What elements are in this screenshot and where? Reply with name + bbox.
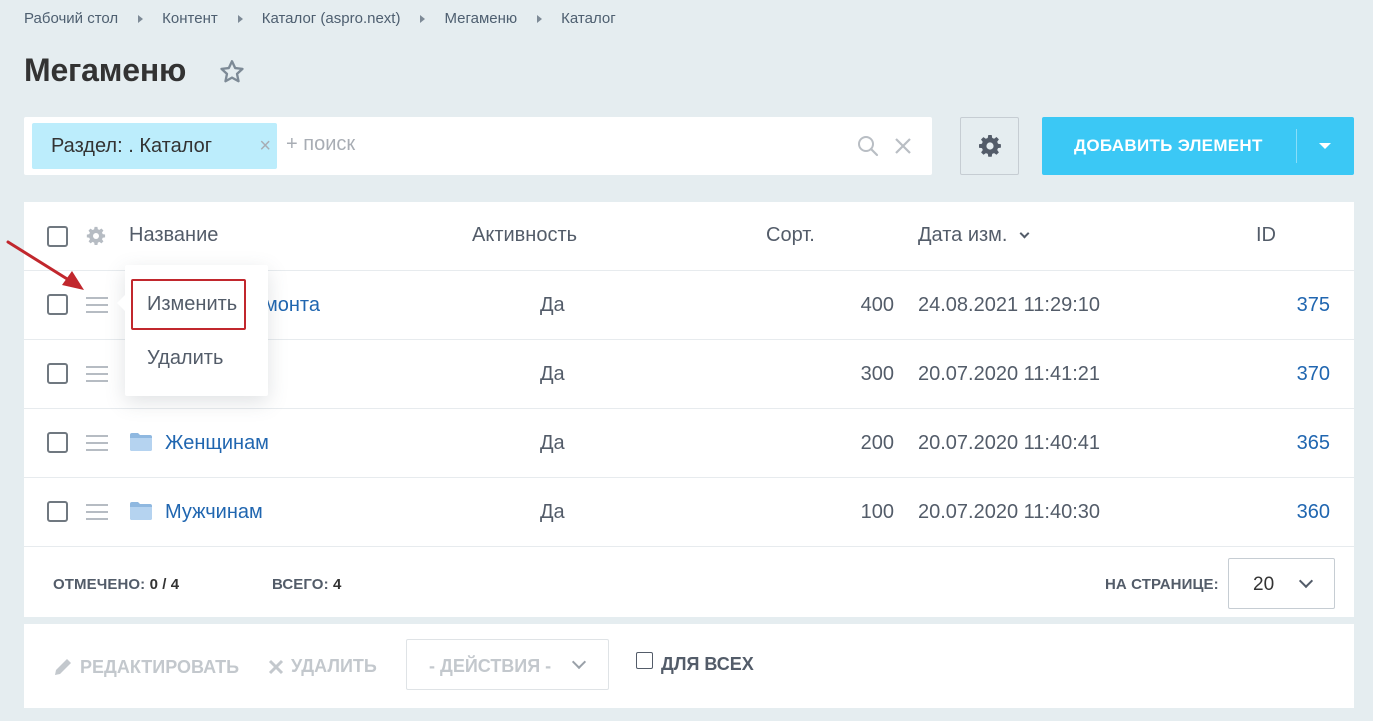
breadcrumb-item-desktop[interactable]: Рабочий стол [24,10,118,27]
row-sort: 400 [860,294,894,316]
filter-bar[interactable]: Раздел: . Каталог × + поиск [24,117,932,175]
row-name-link[interactable]: Женщинам [165,432,269,455]
breadcrumb-separator-icon [237,14,243,23]
close-icon [268,659,284,674]
per-page-value: 20 [1253,574,1275,595]
menu-icon[interactable] [86,435,108,451]
for-all-checkbox[interactable]: ДЛЯ ВСЕХ [636,652,754,675]
per-page-select[interactable]: 20 [1228,558,1335,609]
table-footer: ОТМЕЧЕНО: 0 / 4 ВСЕГО: 4 НА СТРАНИЦЕ: 20 [24,548,1354,617]
chevron-down-icon [1019,228,1030,239]
row-name-link[interactable]: монта [264,294,320,317]
actions-select-value: - ДЕЙСТВИЯ - [429,656,552,676]
column-header-date[interactable]: Дата изм. [918,224,1008,247]
edit-button-label: РЕДАКТИРОВАТЬ [80,656,240,677]
row-date: 20.07.2020 11:40:41 [918,432,1101,454]
row-id-link[interactable]: 370 [1297,363,1330,386]
column-header-id[interactable]: ID [1256,224,1276,247]
breadcrumb-separator-icon [537,14,543,23]
chevron-down-icon [1298,573,1314,589]
per-page-label: НА СТРАНИЦЕ: [1105,576,1219,593]
breadcrumb-item-catalog[interactable]: Каталог [561,10,616,27]
for-all-checkbox-box[interactable] [636,652,653,669]
chevron-down-icon [571,654,587,670]
menu-icon[interactable] [86,504,108,520]
delete-button[interactable]: УДАЛИТЬ [267,656,377,677]
search-icon[interactable] [856,134,880,158]
menu-item-delete[interactable]: Удалить [147,347,223,370]
checked-value: 0 / 4 [149,576,180,593]
page-title: Мегаменю [24,52,187,88]
column-header-active[interactable]: Активность [472,224,577,247]
table-row[interactable]: Женщинам Да 200 20.07.2020 11:40:41 365 [24,409,1354,478]
row-sort: 100 [860,501,894,523]
column-header-name[interactable]: Название [129,224,218,247]
row-active: Да [540,363,565,385]
breadcrumb-separator-icon [420,14,426,23]
add-element-label: ДОБАВИТЬ ЭЛЕМЕНТ [1074,136,1263,155]
row-id-link[interactable]: 375 [1297,294,1330,317]
row-checkbox[interactable] [47,501,68,522]
table-header: Название Активность Сорт. Дата изм. ID [24,202,1354,271]
close-icon[interactable]: × [259,136,271,156]
settings-button[interactable] [960,117,1019,175]
total-value: 4 [332,576,342,593]
row-id-link[interactable]: 365 [1297,432,1330,455]
gear-icon [978,135,1001,157]
row-sort: 300 [860,363,894,385]
row-active: Да [540,294,565,316]
button-divider [1296,129,1297,163]
close-icon[interactable] [892,135,914,157]
menu-icon[interactable] [86,366,108,382]
highlight-annotation [131,279,246,330]
delete-button-label: УДАЛИТЬ [291,656,377,676]
column-header-sort[interactable]: Сорт. [766,224,815,247]
star-icon[interactable] [218,58,246,86]
total-count: ВСЕГО: 4 [272,576,341,593]
row-name-link[interactable]: Мужчинам [165,501,263,524]
folder-icon [130,433,152,451]
breadcrumb-item-megamenu[interactable]: Мегаменю [444,10,517,27]
folder-icon [130,502,152,520]
row-date: 20.07.2020 11:41:21 [918,363,1101,385]
add-element-button[interactable]: ДОБАВИТЬ ЭЛЕМЕНТ [1042,117,1354,175]
annotation-arrow-icon [6,240,84,290]
filter-chip-section[interactable]: Раздел: . Каталог × [32,123,277,169]
action-bar: РЕДАКТИРОВАТЬ УДАЛИТЬ - ДЕЙСТВИЯ - ДЛЯ В… [24,624,1354,708]
chevron-down-icon[interactable] [1319,143,1331,149]
row-active: Да [540,501,565,523]
row-date: 24.08.2021 11:29:10 [918,294,1101,316]
breadcrumb-item-catalog-aspro[interactable]: Каталог (aspro.next) [262,10,401,27]
total-label: ВСЕГО: [272,576,329,593]
checked-label: ОТМЕЧЕНО: [53,576,146,593]
breadcrumb-item-content[interactable]: Контент [162,10,218,27]
breadcrumb: Рабочий стол Контент Каталог (aspro.next… [24,10,616,27]
actions-select[interactable]: - ДЕЙСТВИЯ - [406,639,609,690]
for-all-label: ДЛЯ ВСЕХ [661,654,754,674]
pencil-icon [55,659,71,675]
row-checkbox[interactable] [47,432,68,453]
checked-count: ОТМЕЧЕНО: 0 / 4 [53,576,179,593]
filter-chip-label: Раздел: . Каталог [51,134,213,157]
table-row[interactable]: Мужчинам Да 100 20.07.2020 11:40:30 360 [24,478,1354,547]
edit-button[interactable]: РЕДАКТИРОВАТЬ [52,656,239,678]
row-date: 20.07.2020 11:40:30 [918,501,1101,523]
row-active: Да [540,432,565,454]
breadcrumb-separator-icon [138,14,144,23]
search-input[interactable]: + поиск [286,133,355,156]
row-id-link[interactable]: 360 [1297,501,1330,524]
row-checkbox[interactable] [47,363,68,384]
row-sort: 200 [860,432,894,454]
